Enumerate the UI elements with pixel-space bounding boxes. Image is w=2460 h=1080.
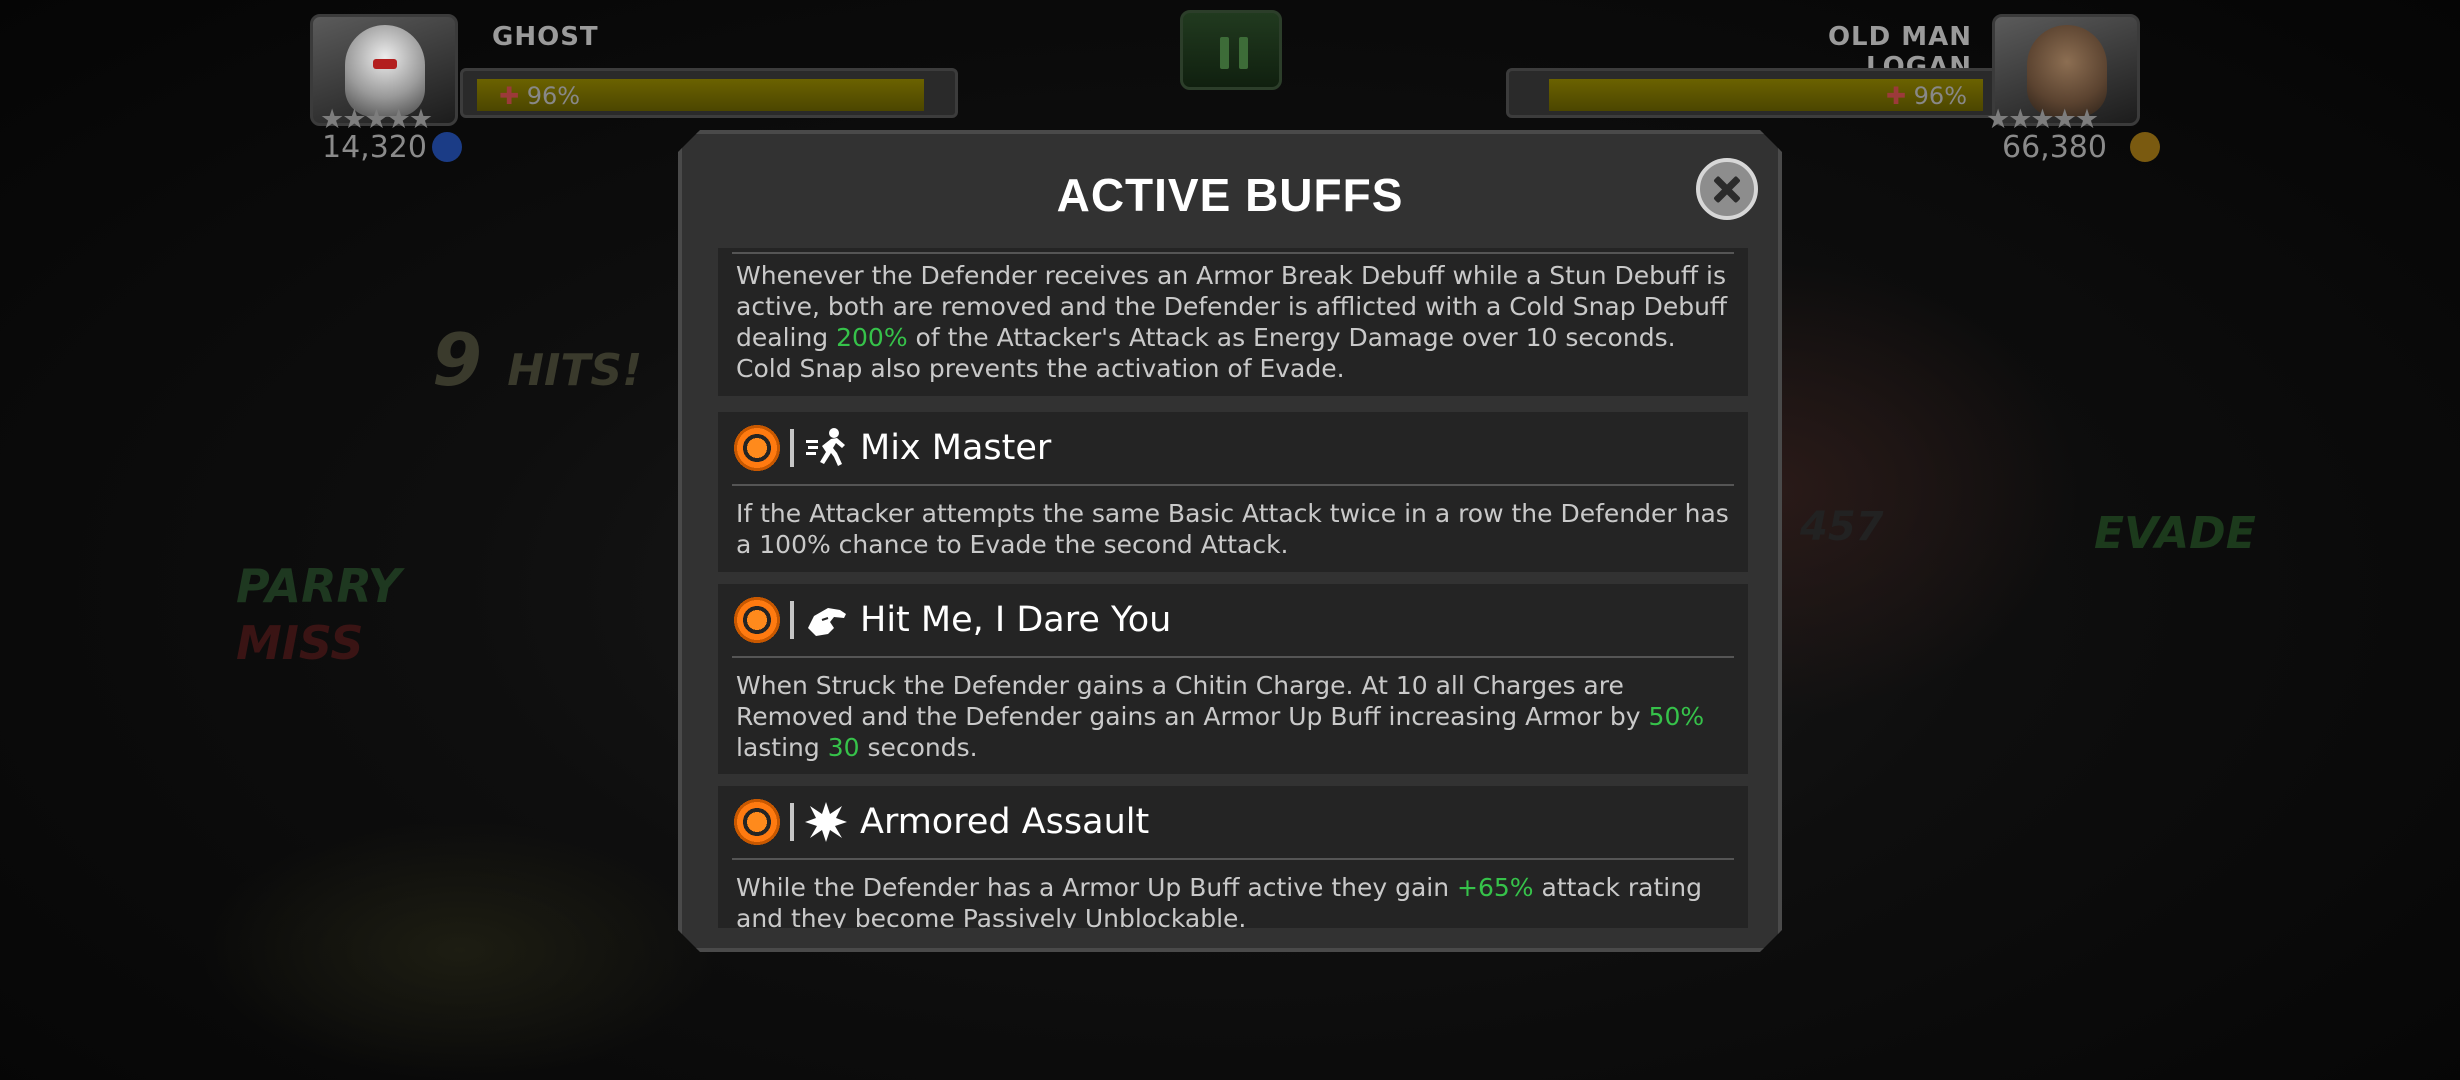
buff-card: Whenever the Defender receives an Armor … — [718, 248, 1748, 396]
opponent-rating: 66,380 — [2002, 130, 2107, 165]
buff-card: Hit Me, I Dare You When Struck the Defen… — [718, 584, 1748, 774]
buff-description: If the Attacker attempts the same Basic … — [736, 499, 1729, 559]
active-buffs-dialog: ACTIVE BUFFS Whenever the Defender recei… — [678, 130, 1782, 952]
buff-description: While the Defender has a Armor Up Buff a… — [736, 873, 1702, 928]
card-divider — [732, 656, 1734, 658]
card-divider — [732, 252, 1734, 254]
impact-burst-icon — [802, 798, 850, 846]
buff-card: Mix Master If the Attacker attempts the … — [718, 412, 1748, 572]
running-figure-icon — [802, 424, 850, 472]
buff-title: Mix Master — [860, 428, 1052, 468]
card-divider — [732, 858, 1734, 860]
buff-list[interactable]: Whenever the Defender receives an Armor … — [718, 248, 1748, 928]
background-floor-glow — [200, 820, 720, 1080]
heart-icon: ✚ — [1885, 82, 1907, 110]
buff-card: Armored Assault While the Defender has a… — [718, 786, 1748, 928]
combo-counter: 9 HITS! — [432, 318, 643, 402]
buff-description: Whenever the Defender receives an Armor … — [736, 261, 1728, 383]
player-health-text: ✚ 96% — [499, 82, 581, 110]
header-separator — [790, 601, 794, 639]
pause-icon[interactable] — [1220, 37, 1248, 69]
buff-header: Hit Me, I Dare You — [732, 594, 1171, 646]
mutant-class-icon — [2130, 132, 2160, 162]
header-separator — [790, 803, 794, 841]
miss-popup: MISS — [236, 616, 364, 670]
buff-description: When Struck the Defender gains a Chitin … — [736, 671, 1705, 762]
player-rating: 14,320 — [322, 130, 427, 165]
player-name: GHOST — [492, 22, 599, 52]
buff-header: Armored Assault — [732, 796, 1149, 848]
dialog-title: ACTIVE BUFFS — [1056, 169, 1404, 221]
parry-popup: PARRY — [236, 559, 402, 613]
damage-number: 457 — [1800, 504, 1884, 550]
card-divider — [732, 484, 1734, 486]
close-button[interactable] — [1696, 158, 1758, 220]
header-separator — [790, 429, 794, 467]
buff-title: Hit Me, I Dare You — [860, 600, 1172, 640]
close-icon[interactable] — [1700, 162, 1754, 216]
opponent-health-bar: ✚ 96% — [1506, 68, 2000, 118]
cosmic-class-icon — [432, 132, 462, 162]
buff-title: Armored Assault — [860, 802, 1150, 842]
evade-popup: EVADE — [2094, 508, 2256, 559]
buff-status-icon — [732, 797, 782, 847]
opponent-health-text: ✚ 96% — [1885, 82, 1967, 110]
heart-icon: ✚ — [499, 82, 520, 110]
pause-button[interactable] — [1180, 10, 1282, 90]
buff-header: Mix Master — [732, 422, 1051, 474]
buff-status-icon — [732, 595, 782, 645]
pointing-hand-icon — [802, 596, 850, 644]
player-health-bar: ✚ 96% — [460, 68, 958, 118]
buff-status-icon — [732, 423, 782, 473]
